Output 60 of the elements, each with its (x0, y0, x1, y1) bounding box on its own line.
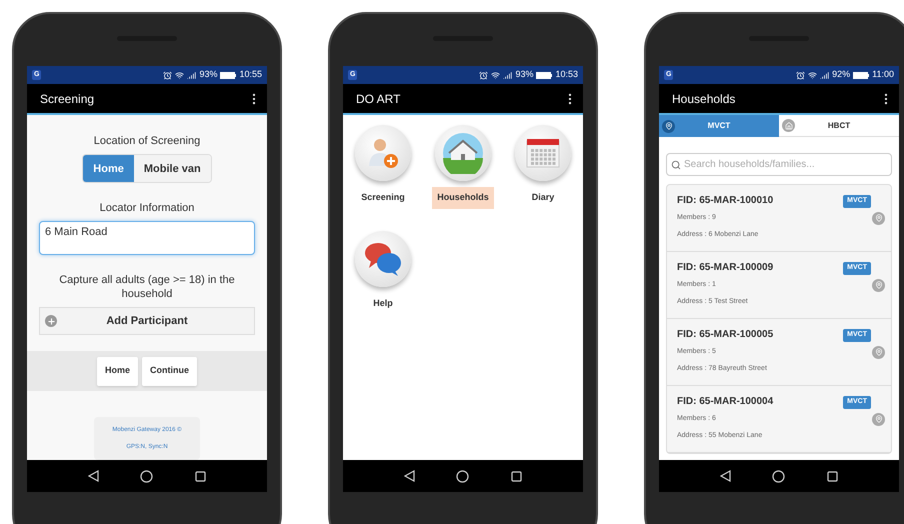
home-icon[interactable] (456, 470, 470, 482)
wifi-icon (175, 70, 184, 80)
battery-percent: 92% (832, 68, 850, 82)
battery-icon (853, 72, 870, 78)
segment-option[interactable]: Mobile van (134, 154, 211, 182)
clock-time: 11:00 (872, 68, 894, 82)
app-title: Screening (40, 90, 94, 108)
section-label: Locator Information (100, 201, 194, 216)
battery-icon (220, 72, 236, 78)
family-id: FID: 65-MAR-100005 (677, 329, 774, 341)
recent-apps-icon[interactable] (195, 470, 206, 482)
alarm-icon (479, 70, 488, 80)
location-pin-icon (872, 212, 885, 224)
input-field[interactable]: 6 Main Road (39, 220, 255, 256)
clock-time: 10:53 (555, 68, 578, 82)
tab[interactable]: MVCT (659, 115, 779, 137)
signal-icon (187, 70, 196, 80)
signal-icon (503, 70, 512, 80)
menu-tile-label[interactable]: Help (368, 292, 398, 314)
menu-tile-label[interactable]: Households (432, 187, 494, 208)
wifi-icon (808, 70, 818, 80)
menu-tile-label[interactable]: Diary (526, 187, 560, 208)
signal-icon (820, 70, 830, 80)
map-pin-icon (662, 120, 675, 132)
footer-button[interactable]: Home (96, 356, 138, 386)
search-icon (671, 160, 681, 170)
battery-percent: 93% (199, 68, 218, 82)
alarm-icon (796, 70, 806, 80)
house-icon (782, 119, 795, 132)
recent-apps-icon[interactable] (511, 470, 522, 482)
app-title: DO ART (356, 90, 400, 108)
wifi-icon (491, 70, 500, 80)
location-pin-icon (872, 346, 885, 358)
house-icon (442, 132, 484, 174)
back-icon[interactable] (88, 470, 99, 482)
person-add-icon (366, 136, 400, 170)
home-icon[interactable] (772, 470, 786, 482)
menu-tile-label[interactable]: Screening (356, 187, 410, 208)
location-pin-icon (872, 412, 885, 426)
calendar-icon (526, 138, 560, 168)
chat-bubbles-icon (363, 240, 403, 276)
alarm-icon (163, 70, 172, 80)
clock-time: 10:55 (239, 68, 262, 82)
battery-percent: 93% (515, 68, 534, 82)
back-icon[interactable] (404, 470, 415, 482)
back-icon[interactable] (720, 470, 731, 482)
recent-apps-icon[interactable] (827, 470, 838, 482)
family-id: FID: 65-MAR-100004 (677, 396, 774, 408)
location-pin-icon (872, 278, 885, 292)
segment-option[interactable]: Home (83, 154, 134, 182)
section-label: Location of Screening (94, 134, 200, 149)
app-title: Households (672, 90, 736, 108)
footer-button[interactable]: Continue (142, 356, 197, 386)
family-id: FID: 65-MAR-100009 (677, 262, 774, 274)
home-icon[interactable] (140, 470, 154, 482)
add-participant-button[interactable]: Add Participant (39, 307, 255, 335)
instruction-text: Capture all adults (age >= 18) in the household (58, 273, 236, 302)
search-field[interactable]: Search households/families... (666, 153, 892, 176)
battery-icon (536, 72, 552, 78)
family-id: FID: 65-MAR-100010 (677, 195, 774, 207)
